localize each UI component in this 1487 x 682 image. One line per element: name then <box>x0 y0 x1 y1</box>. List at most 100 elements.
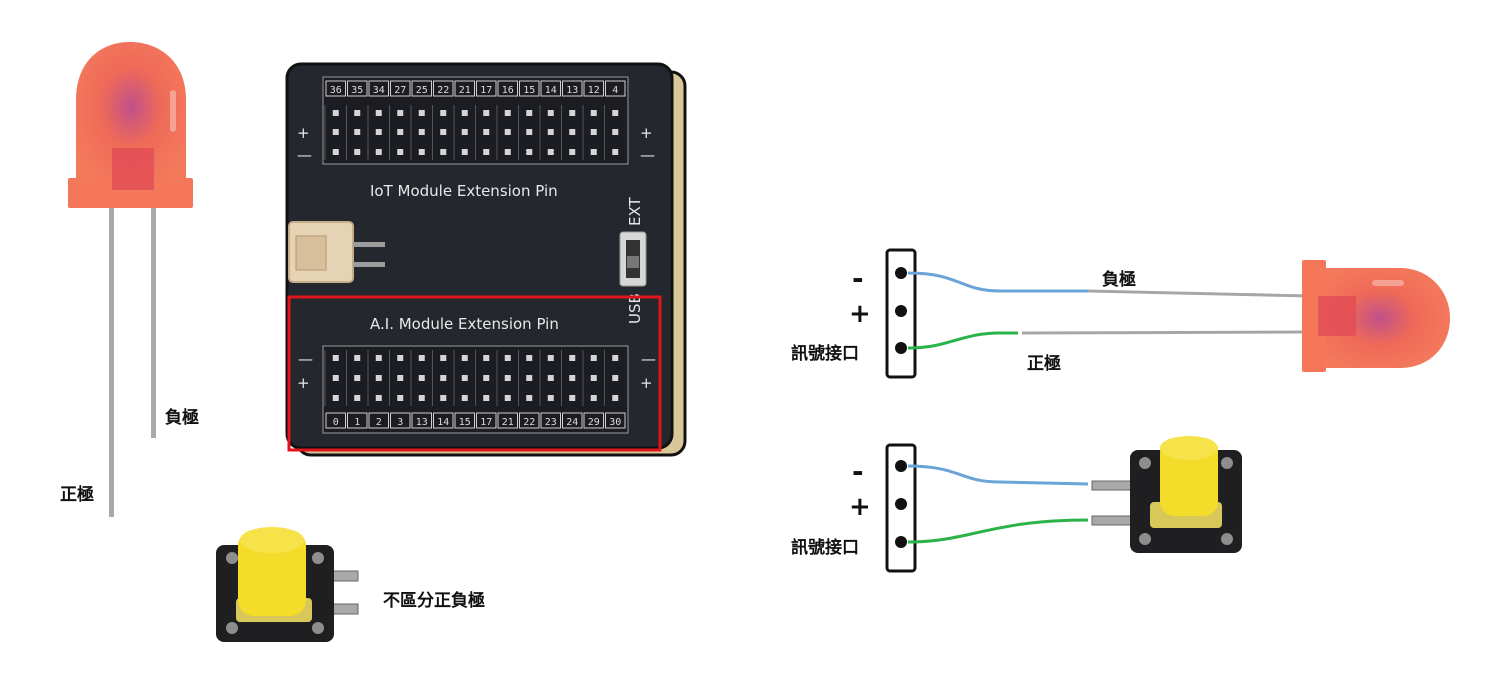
led-minus-sign: - <box>852 262 864 295</box>
iot-pin-hole <box>483 110 490 116</box>
switch-label-ext: EXT <box>626 197 644 226</box>
iot-pin-hole <box>440 129 447 135</box>
ai-pin-hole <box>590 375 597 381</box>
push-button-left <box>216 527 359 642</box>
button-left-label: 不區分正負極 <box>383 591 485 611</box>
led-right-negative-label: 負極 <box>1102 270 1136 290</box>
led-wiring <box>885 248 1450 379</box>
ai-pin-label: 22 <box>523 417 535 428</box>
led-signal-label: 訊號接口 <box>791 344 859 364</box>
ai-pin-hole <box>590 395 597 401</box>
ai-pin-hole <box>569 375 576 381</box>
iot-pin-label: 13 <box>566 85 578 96</box>
iot-pin-hole <box>354 110 361 116</box>
iot-pin-hole <box>612 110 619 116</box>
ai-pin-hole <box>332 395 339 401</box>
iot-pin-hole <box>590 149 597 155</box>
iot-pin-label: 16 <box>502 85 514 96</box>
ai-minus-left: — <box>298 350 313 368</box>
iot-pin-hole <box>483 129 490 135</box>
iot-pin-hole <box>418 149 425 155</box>
push-button-right <box>1130 436 1242 553</box>
iot-pin-hole <box>504 129 511 135</box>
iot-pin-hole <box>397 149 404 155</box>
led-left-anode-leg <box>109 186 114 517</box>
ai-pin-hole <box>375 375 382 381</box>
iot-pin-hole <box>354 149 361 155</box>
led-left-highlight <box>170 90 176 132</box>
iot-pin-hole <box>461 110 468 116</box>
iot-pin-hole <box>418 110 425 116</box>
led-plus-sign: + <box>849 299 871 329</box>
ai-pin-hole <box>354 395 361 401</box>
ai-minus-right: — <box>641 350 656 368</box>
iot-pin-hole <box>354 129 361 135</box>
iot-pin-hole <box>397 129 404 135</box>
ai-pin-hole <box>547 375 554 381</box>
led-left <box>68 42 193 517</box>
ai-pin-hole <box>547 355 554 361</box>
iot-pin-hole <box>461 149 468 155</box>
ai-pin-label: 2 <box>376 417 382 428</box>
ai-pin-label: 15 <box>459 417 471 428</box>
ai-pin-label: 13 <box>416 417 428 428</box>
led-left-die <box>112 148 154 190</box>
ai-pin-label: 23 <box>545 417 557 428</box>
iot-pin-label: 27 <box>394 85 406 96</box>
iot-minus-left: — <box>297 146 312 164</box>
ai-pin-hole <box>483 395 490 401</box>
ai-pin-hole <box>569 355 576 361</box>
ai-pin-hole <box>547 395 554 401</box>
ai-pin-label: 21 <box>502 417 514 428</box>
iot-pin-hole <box>547 129 554 135</box>
ai-pin-label: 3 <box>397 417 403 428</box>
led-left-negative-label: 負極 <box>165 408 199 428</box>
led-right <box>1302 260 1450 372</box>
iot-pin-hole <box>397 110 404 116</box>
ai-pin-hole <box>375 395 382 401</box>
iot-pin-label: 22 <box>437 85 449 96</box>
ai-pin-hole <box>461 395 468 401</box>
led-wire-signal <box>907 331 1018 350</box>
ai-pin-label: 17 <box>480 417 492 428</box>
ai-pin-header: 0 1 2 3 13 14 15 17 21 22 23 24 29 30 <box>322 345 629 434</box>
iot-pin-hole <box>461 129 468 135</box>
iot-title: IoT Module Extension Pin <box>370 182 558 200</box>
iot-pin-hole <box>590 110 597 116</box>
iot-pin-hole <box>612 149 619 155</box>
ai-pin-hole <box>483 355 490 361</box>
ai-pin-hole <box>504 375 511 381</box>
ai-pin-hole <box>375 355 382 361</box>
iot-pin-hole <box>418 129 425 135</box>
ai-pin-hole <box>504 355 511 361</box>
iot-pin-hole <box>504 149 511 155</box>
ai-pin-hole <box>332 355 339 361</box>
ai-pin-hole <box>504 395 511 401</box>
iot-pin-label: 34 <box>373 85 385 96</box>
iot-plus-left: + <box>297 124 310 142</box>
led-left-positive-label: 正極 <box>60 485 94 505</box>
ai-pin-hole <box>612 395 619 401</box>
iot-pin-label: 12 <box>588 85 600 96</box>
ai-pin-hole <box>612 355 619 361</box>
ai-pin-hole <box>418 395 425 401</box>
led-wire-negative <box>907 271 1088 293</box>
ai-pin-hole <box>483 375 490 381</box>
ai-pin-hole <box>526 355 533 361</box>
iot-pin-hole <box>332 110 339 116</box>
ai-pin-hole <box>612 375 619 381</box>
ai-pin-label: 1 <box>354 417 360 428</box>
ai-pin-hole <box>440 375 447 381</box>
ai-pin-hole <box>590 355 597 361</box>
extension-board: 36 35 34 27 25 22 21 17 16 15 14 13 12 4 0 1 2 3 13 14 15 17… <box>285 62 687 457</box>
power-switch[interactable] <box>619 231 647 287</box>
button-wire-signal <box>907 518 1089 544</box>
ai-pin-hole <box>397 355 404 361</box>
ai-pin-hole <box>332 375 339 381</box>
ai-pin-hole <box>397 395 404 401</box>
ai-pin-label: 29 <box>588 417 600 428</box>
iot-pin-label: 25 <box>416 85 428 96</box>
iot-plus-right: + <box>640 124 653 142</box>
ai-plus-left: + <box>297 374 310 392</box>
button-minus-sign: - <box>852 455 864 488</box>
